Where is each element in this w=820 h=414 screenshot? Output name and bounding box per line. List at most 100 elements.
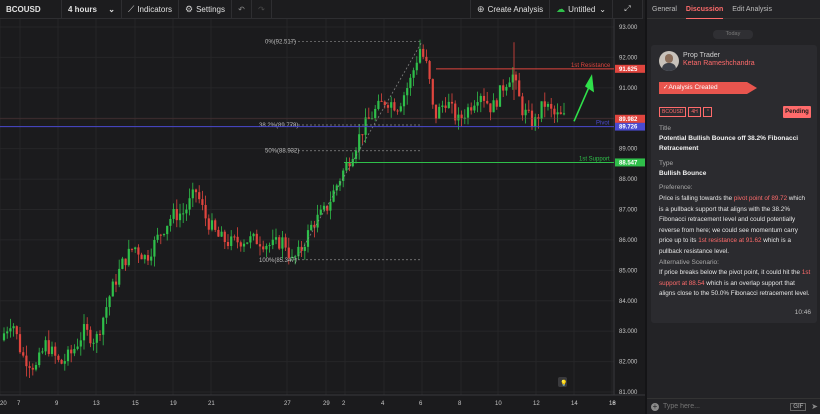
indicators-button[interactable]: ⟋ Indicators bbox=[122, 0, 179, 19]
panel-tabs: General Discussion Edit Analysis bbox=[647, 0, 820, 19]
candle-body bbox=[79, 340, 82, 347]
candle-body bbox=[556, 112, 559, 115]
tab-discussion[interactable]: Discussion bbox=[685, 0, 724, 19]
redo-button[interactable]: ↷ bbox=[252, 0, 272, 19]
candle-body bbox=[130, 248, 134, 250]
x-tick-label: 8 bbox=[458, 401, 462, 407]
alternative-label: Alternative Scenario: bbox=[659, 259, 719, 266]
candle-body bbox=[252, 233, 255, 237]
x-tick-label: 6 bbox=[419, 401, 423, 407]
level-name: 1st Resistance bbox=[571, 63, 611, 69]
y-tick-label: 81.000 bbox=[619, 390, 638, 396]
status-label: Analysis Created bbox=[668, 84, 718, 91]
type-value: Bullish Bounce bbox=[659, 170, 707, 177]
settings-button[interactable]: ⚙ Settings bbox=[179, 0, 232, 19]
redo-icon: ↷ bbox=[258, 4, 265, 14]
candle-body bbox=[543, 101, 546, 107]
candle-body bbox=[546, 103, 550, 107]
candle-body bbox=[268, 245, 271, 247]
candle-body bbox=[406, 88, 409, 96]
y-tick-label: 91.000 bbox=[619, 86, 638, 92]
candle-body bbox=[271, 239, 274, 246]
candle-body bbox=[108, 296, 111, 308]
candle-body bbox=[498, 85, 502, 107]
candle-body bbox=[265, 245, 268, 250]
y-tick-label: 89.000 bbox=[619, 147, 638, 153]
candle-body bbox=[249, 236, 252, 243]
candle-body bbox=[22, 352, 25, 356]
author-role: Prop Trader bbox=[683, 52, 720, 59]
add-attachment-button[interactable]: + bbox=[651, 402, 659, 411]
message-composer: + GIF ➤ bbox=[647, 398, 820, 414]
fullscreen-button[interactable]: ⤢ bbox=[613, 0, 643, 19]
candle-body bbox=[402, 95, 406, 107]
candle-body bbox=[361, 134, 364, 136]
candle-body bbox=[9, 328, 12, 332]
pending-button[interactable]: Pending bbox=[783, 106, 811, 118]
indicators-label: Indicators bbox=[137, 4, 172, 14]
price-chart[interactable]: 7 9 13 15 19 21 27 29 2 4 6 8 10 12 14 16 18 20 93.000 92.0… bbox=[0, 19, 645, 414]
candle-body bbox=[44, 340, 47, 352]
undo-button[interactable]: ↶ bbox=[232, 0, 252, 19]
tab-edit-analysis[interactable]: Edit Analysis bbox=[732, 0, 772, 19]
candle-body bbox=[434, 104, 438, 119]
candle-body bbox=[415, 62, 418, 71]
candle-body bbox=[562, 113, 566, 115]
candle-body bbox=[284, 237, 287, 248]
message-input[interactable] bbox=[663, 403, 791, 410]
type-label: Type bbox=[659, 160, 674, 167]
fib-level-label: 0%(92.517) bbox=[265, 40, 296, 46]
candle-body bbox=[287, 247, 290, 258]
tag-list: BCOUSD 4H ⌃ bbox=[659, 107, 714, 117]
x-tick-label: 7 bbox=[17, 401, 21, 407]
symbol-selector[interactable]: BCOUSD bbox=[0, 0, 62, 19]
candle-body bbox=[274, 237, 278, 240]
bullish-icon: ⌃ bbox=[702, 107, 712, 117]
candle-body bbox=[188, 198, 191, 210]
candle-body bbox=[66, 349, 70, 362]
x-tick-label: 18 bbox=[609, 401, 616, 407]
gif-button[interactable]: GIF bbox=[790, 402, 807, 411]
candle-body bbox=[377, 100, 380, 109]
candle-body bbox=[150, 256, 153, 261]
x-tick-label: 9 bbox=[55, 401, 59, 407]
cloud-check-icon: ☁ bbox=[556, 3, 566, 14]
tab-general[interactable]: General bbox=[652, 0, 677, 19]
candle-body bbox=[28, 366, 31, 368]
candle-body bbox=[278, 237, 281, 249]
candle-body bbox=[482, 95, 486, 101]
candle-body bbox=[476, 102, 479, 106]
candle-body bbox=[166, 225, 169, 235]
candle-body bbox=[553, 108, 556, 115]
candle-body bbox=[242, 243, 246, 247]
candle-body bbox=[466, 107, 470, 118]
layout-selector[interactable]: ☁ Untitled ⌄ bbox=[550, 0, 613, 19]
chevron-down-icon: ⌄ bbox=[108, 4, 115, 14]
candle-body bbox=[262, 246, 265, 250]
candle-body bbox=[329, 201, 332, 211]
projection-arrow-head bbox=[585, 74, 594, 93]
chart-canvas[interactable]: 7 9 13 15 19 21 27 29 2 4 6 8 10 12 14 16182093.00092.0… bbox=[0, 19, 645, 414]
x-tick-label: 20 bbox=[0, 401, 7, 407]
candle-body bbox=[92, 342, 95, 344]
candle-body bbox=[412, 70, 415, 78]
candle-body bbox=[473, 105, 476, 111]
analysis-panel: General Discussion Edit Analysis Today P… bbox=[645, 0, 820, 414]
candle-body bbox=[454, 103, 457, 121]
candle-body bbox=[185, 209, 188, 214]
candle-body bbox=[114, 281, 118, 285]
candle-body bbox=[146, 255, 150, 261]
candle-body bbox=[162, 234, 166, 236]
author-name[interactable]: Ketan Rameshchandra bbox=[683, 60, 755, 67]
candle-body bbox=[514, 74, 518, 81]
candle-body bbox=[60, 359, 63, 364]
timeframe-selector[interactable]: 4 hours ⌄ bbox=[62, 0, 122, 19]
projection-arrow bbox=[573, 84, 591, 122]
candle-body bbox=[2, 333, 6, 341]
candle-body bbox=[550, 103, 553, 109]
status-badge: ✓Analysis Created bbox=[659, 82, 747, 94]
create-analysis-button[interactable]: ⊕ Create Analysis bbox=[470, 0, 551, 19]
chart-toolbar: BCOUSD 4 hours ⌄ ⟋ Indicators ⚙ Settings ↶ … bbox=[0, 0, 643, 19]
title-label: Title bbox=[659, 125, 672, 132]
send-icon[interactable]: ➤ bbox=[811, 402, 818, 411]
